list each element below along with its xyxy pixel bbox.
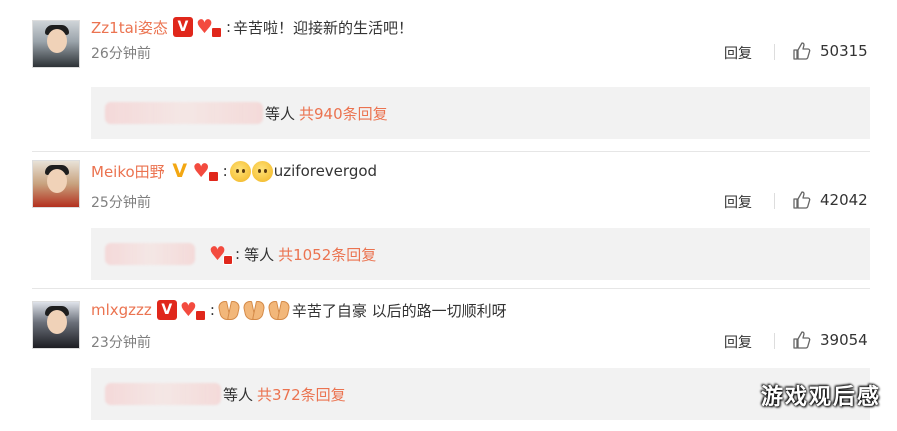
reply-user-names[interactable]	[105, 102, 263, 124]
comment-time: 25分钟前	[91, 195, 151, 211]
thumbs-up-icon	[793, 331, 811, 349]
sub-replies-others: 等人	[265, 104, 296, 123]
reply-user-names[interactable]	[105, 243, 195, 265]
separator-colon: :	[225, 18, 231, 36]
sub-replies-link[interactable]: 共1052条回复	[278, 244, 376, 265]
praying-hands-icon	[241, 300, 266, 320]
like-count: 42042	[820, 191, 868, 209]
sub-replies-box[interactable]: ♥ : 等人 共1052条回复	[91, 228, 870, 280]
action-divider	[774, 333, 775, 349]
comment-text: uziforevergod	[273, 162, 378, 180]
watermark: 游戏观后感	[760, 385, 881, 410]
comment-header: Zz1tai姿态 V ♥ : 辛苦啦！迎接新的生活吧！	[91, 15, 413, 39]
reply-user-names[interactable]	[105, 383, 221, 405]
comment-text: 辛苦啦！迎接新的生活吧！	[233, 18, 414, 37]
avatar[interactable]	[32, 301, 80, 349]
thumbs-up-icon	[793, 42, 811, 60]
separator-colon: :	[235, 245, 241, 263]
reply-button[interactable]: 回复	[724, 192, 752, 212]
avatar-face	[47, 169, 67, 193]
verified-badge-icon[interactable]: V	[172, 17, 193, 37]
fan-heart-badge-icon[interactable]: ♥	[193, 160, 219, 182]
sub-replies-others: 等人	[244, 245, 275, 264]
sub-replies-others: 等人	[223, 385, 254, 404]
fan-heart-badge-icon: ♥	[209, 243, 233, 265]
reply-button[interactable]: 回复	[724, 332, 752, 352]
username[interactable]: Zz1tai姿态	[91, 17, 168, 38]
avatar[interactable]	[32, 160, 80, 208]
action-divider	[774, 193, 775, 209]
reply-button[interactable]: 回复	[724, 43, 752, 63]
verified-badge-icon[interactable]: V	[156, 300, 177, 320]
sub-replies-link[interactable]: 共940条回复	[299, 103, 388, 124]
comment-divider	[32, 288, 870, 289]
avatar[interactable]	[32, 20, 80, 68]
avatar-face	[47, 29, 67, 53]
comment-text: 辛苦了自豪 以后的路一切顺利呀	[291, 301, 507, 320]
like-button[interactable]: 42042	[792, 190, 868, 210]
sub-replies-box[interactable]: 等人 共372条回复	[91, 368, 870, 420]
sub-replies-link[interactable]: 共372条回复	[257, 384, 346, 405]
action-divider	[774, 44, 775, 60]
comment-time: 26分钟前	[91, 46, 151, 62]
crying-face-icon	[229, 160, 251, 182]
comment-time: 23分钟前	[91, 335, 151, 351]
like-button[interactable]: 50315	[792, 41, 868, 61]
verified-badge-icon[interactable]: V	[169, 161, 190, 181]
fan-heart-badge-icon[interactable]: ♥	[180, 299, 206, 321]
username[interactable]: mlxgzzz	[91, 301, 152, 319]
praying-hands-icon	[266, 300, 291, 320]
crying-face-icon	[251, 160, 273, 182]
comment-header: mlxgzzz V ♥ : 辛苦了自豪 以后的路一切顺利呀	[91, 298, 507, 322]
like-button[interactable]: 39054	[792, 330, 868, 350]
avatar-face	[47, 310, 67, 334]
comment-header: Meiko田野 V ♥ : uziforevergod	[91, 159, 377, 183]
fan-heart-badge-icon[interactable]: ♥	[196, 16, 222, 38]
sub-replies-box[interactable]: 等人 共940条回复	[91, 87, 870, 139]
like-count: 50315	[820, 42, 868, 60]
separator-colon: :	[222, 162, 228, 180]
thumbs-up-icon	[793, 191, 811, 209]
username[interactable]: Meiko田野	[91, 161, 165, 182]
like-count: 39054	[820, 331, 868, 349]
separator-colon: :	[209, 301, 215, 319]
praying-hands-icon	[216, 300, 241, 320]
comment-divider	[32, 151, 870, 152]
